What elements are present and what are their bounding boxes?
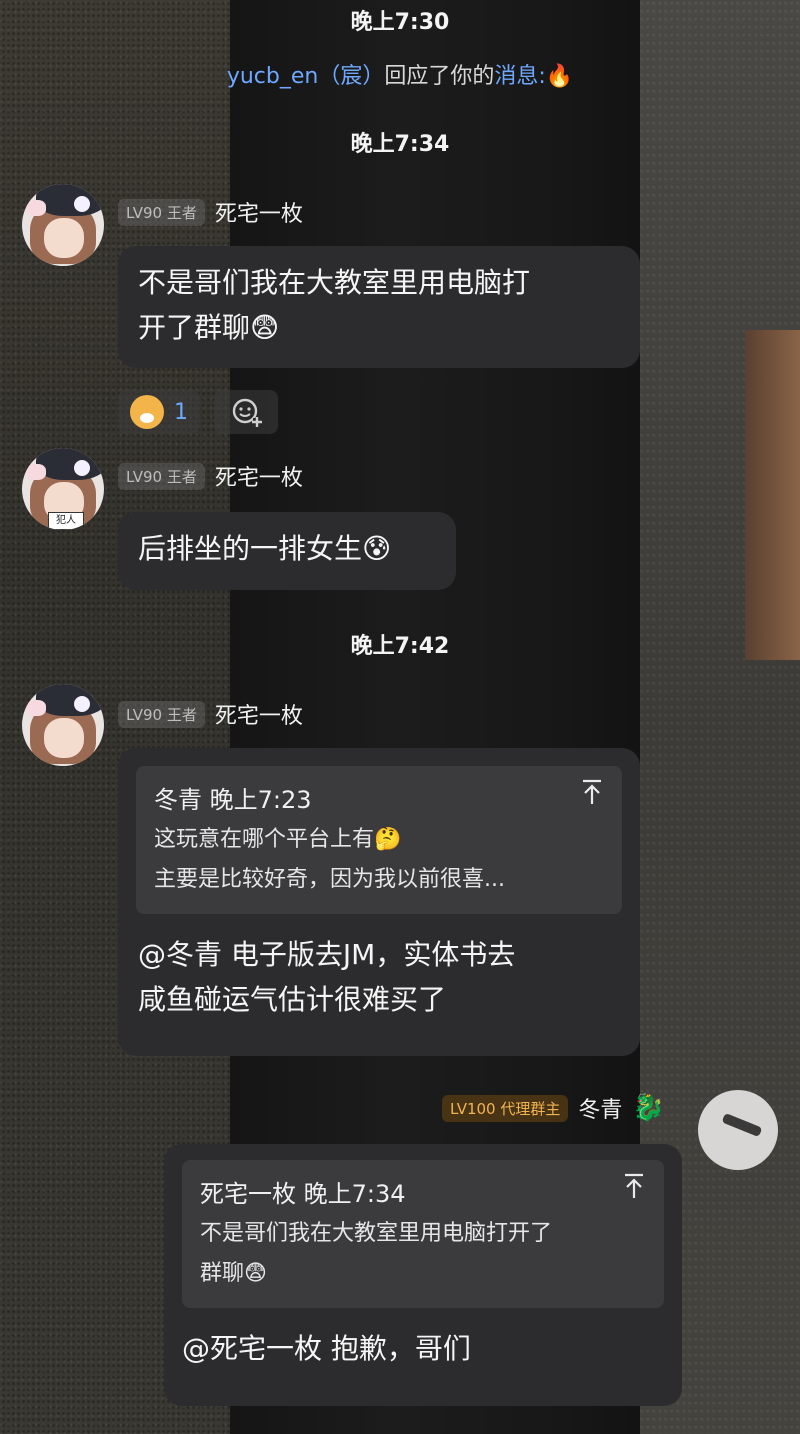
fire-emoji: 🔥 xyxy=(545,64,574,89)
avatar[interactable]: 犯人 xyxy=(22,448,104,530)
quote-text-line: 主要是比较好奇，因为我以前很喜... xyxy=(154,867,505,892)
dog-face-emoji-icon xyxy=(130,395,164,429)
message-text-line: 咸鱼碰运气估计很难买了 xyxy=(138,983,447,1016)
sender-name[interactable]: 死宅一枚 xyxy=(215,460,303,492)
jump-to-message-icon[interactable] xyxy=(580,778,604,808)
avatar[interactable] xyxy=(698,1090,778,1170)
sender-name[interactable]: 死宅一枚 xyxy=(215,196,303,228)
timestamp: 晚上7:42 xyxy=(350,634,450,659)
quote-header: 冬青 晚上7:23 xyxy=(154,780,604,820)
message-text-line: @冬青 电子版去JM，实体书去 xyxy=(138,938,516,971)
notice-message-link[interactable]: 消息: xyxy=(494,64,545,89)
message-text: @死宅一枚 抱歉，哥们 xyxy=(182,1332,471,1365)
avatar-flower xyxy=(74,696,90,712)
avatar-face xyxy=(44,718,84,758)
message-bubble[interactable]: 冬青 晚上7:23 这玩意在哪个平台上有🤔 主要是比较好奇，因为我以前很喜...… xyxy=(118,748,640,1056)
dragon-emoji: 🐉 xyxy=(632,1093,665,1123)
message-bubble[interactable]: 死宅一枚 晚上7:34 不是哥们我在大教室里用电脑打开了 群聊😨 @死宅一枚 抱… xyxy=(164,1144,682,1406)
level-badge: LV90 王者 xyxy=(118,198,205,226)
message-sender: LV90 王者 死宅一枚 xyxy=(118,196,303,228)
level-badge: LV90 王者 xyxy=(118,700,205,728)
reaction-count: 1 xyxy=(174,399,188,425)
avatar-figure xyxy=(721,1112,763,1138)
reply-quote[interactable]: 死宅一枚 晚上7:34 不是哥们我在大教室里用电脑打开了 群聊😨 xyxy=(182,1160,664,1308)
quote-header: 死宅一枚 晚上7:34 xyxy=(200,1174,646,1214)
notice-text: 回应了你的 xyxy=(384,64,495,89)
message-bubble[interactable]: 不是哥们我在大教室里用电脑打 开了群聊😨 xyxy=(118,246,640,368)
avatar-flower xyxy=(74,196,90,212)
avatar[interactable] xyxy=(22,684,104,766)
emoji-add-icon xyxy=(232,398,262,427)
level-badge: LV100 代理群主 xyxy=(442,1094,569,1122)
sender-name[interactable]: 死宅一枚 xyxy=(215,698,303,730)
avatar-bow xyxy=(26,700,46,716)
quote-text-line: 不是哥们我在大教室里用电脑打开了 xyxy=(200,1221,553,1246)
sender-name[interactable]: 冬青 xyxy=(578,1092,622,1124)
avatar[interactable] xyxy=(22,184,104,266)
avatar-face xyxy=(44,218,84,258)
avatar-bow xyxy=(26,464,46,480)
avatar-hat xyxy=(36,684,104,716)
level-badge: LV90 王者 xyxy=(118,462,205,490)
avatar-sign: 犯人 xyxy=(48,512,84,530)
avatar-bow xyxy=(26,200,46,216)
timestamp: 晚上7:34 xyxy=(350,132,450,157)
avatar-hat xyxy=(36,448,104,480)
reaction-bar: 1 xyxy=(118,390,278,434)
quote-author: 死宅一枚 xyxy=(200,1180,296,1208)
jump-to-message-icon[interactable] xyxy=(622,1172,646,1202)
quote-text-line: 这玩意在哪个平台上有🤔 xyxy=(154,827,402,852)
avatar-hat xyxy=(36,184,104,216)
quote-text-line: 群聊😨 xyxy=(200,1261,267,1286)
notice-user[interactable]: yucb_en（宸） xyxy=(227,64,385,89)
quote-time: 晚上7:34 xyxy=(303,1180,406,1208)
quote-time: 晚上7:23 xyxy=(209,786,312,814)
add-reaction-button[interactable] xyxy=(214,390,278,434)
reaction-notice: yucb_en（宸）回应了你的消息:🔥 xyxy=(0,58,800,90)
message-text: 后排坐的一排女生😰 xyxy=(138,532,392,565)
avatar-flower xyxy=(74,460,90,476)
message-sender: LV90 王者 死宅一枚 xyxy=(118,698,303,730)
reaction-chip[interactable]: 1 xyxy=(118,390,200,434)
message-bubble[interactable]: 后排坐的一排女生😰 xyxy=(118,512,456,590)
message-sender: LV90 王者 死宅一枚 xyxy=(118,460,303,492)
message-text-line: 不是哥们我在大教室里用电脑打 xyxy=(138,266,531,299)
message-text-line: 开了群聊😨 xyxy=(138,311,280,344)
reply-quote[interactable]: 冬青 晚上7:23 这玩意在哪个平台上有🤔 主要是比较好奇，因为我以前很喜... xyxy=(136,766,622,914)
timestamp: 晚上7:30 xyxy=(350,10,450,35)
message-sender: LV100 代理群主 冬青 🐉 xyxy=(442,1092,665,1124)
quote-author: 冬青 xyxy=(154,786,202,814)
background-arm xyxy=(745,330,800,660)
